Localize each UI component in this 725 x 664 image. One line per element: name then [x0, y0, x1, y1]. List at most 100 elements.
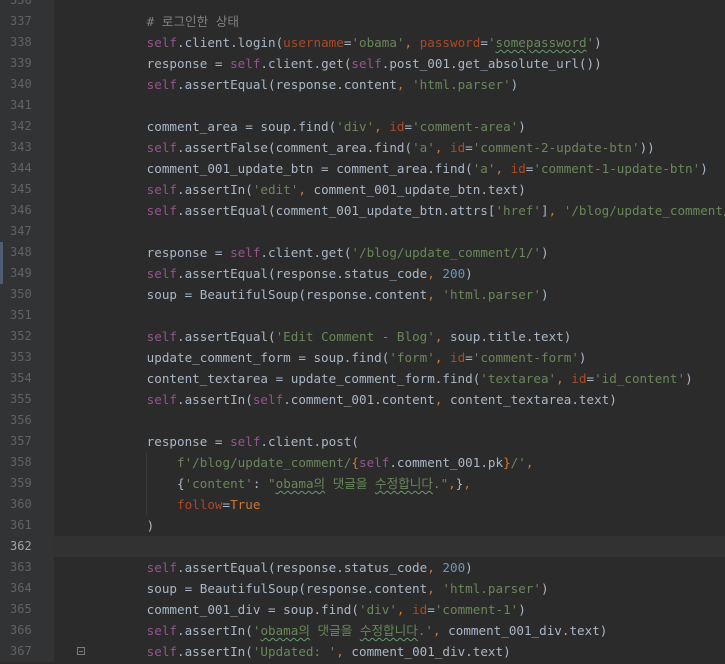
line-number: 349 — [0, 263, 54, 284]
code-token: soup.title.text) — [450, 329, 572, 344]
code-token: .' — [417, 623, 433, 638]
code-token: .assertIn( — [177, 623, 253, 638]
code-text: self.assertIn('Updated: ', comment_001_d… — [86, 641, 511, 662]
code-line[interactable]: 364 soup = BeautifulSoup(response.conten… — [0, 578, 725, 599]
line-number: 363 — [0, 557, 54, 578]
code-token: content_textarea = update_comment_form.f… — [146, 371, 481, 386]
code-text: self.assertEqual(comment_001_update_btn.… — [86, 200, 725, 221]
code-line[interactable]: 349 self.assertEqual(response.status_cod… — [0, 263, 725, 284]
code-line[interactable]: 361 ) — [0, 515, 725, 536]
code-token: , — [432, 623, 449, 638]
code-token: 'div' — [358, 602, 397, 617]
code-line[interactable]: 351 — [0, 305, 725, 326]
line-number: 346 — [0, 200, 54, 221]
code-line[interactable]: 347 — [0, 221, 725, 242]
code-line[interactable]: 366 self.assertIn('obama의 댓글을 수정합니다.', c… — [0, 620, 725, 641]
code-text: update_comment_form = soup.find('form', … — [86, 347, 587, 368]
code-token: /' — [510, 455, 526, 470]
code-text: soup = BeautifulSoup(response.content, '… — [86, 284, 549, 305]
code-token: , — [427, 560, 443, 575]
code-token: .assertIn( — [177, 392, 253, 407]
code-token: self — [358, 455, 390, 470]
code-line[interactable]: 346 self.assertEqual(comment_001_update_… — [0, 200, 725, 221]
code-line[interactable]: 356 — [0, 410, 725, 431]
code-line[interactable]: 363 self.assertEqual(response.status_cod… — [0, 557, 725, 578]
code-token: = — [222, 497, 231, 512]
code-line[interactable]: 360 follow=True — [0, 494, 725, 515]
code-line[interactable]: 337 # 로그인한 상태 — [0, 11, 725, 32]
code-token: , — [495, 161, 511, 176]
code-line[interactable]: 365 comment_001_div = soup.find('div', i… — [0, 599, 725, 620]
line-number: 339 — [0, 53, 54, 74]
code-token: '/blog/update_comment/1/' — [563, 203, 725, 218]
code-line[interactable]: 355 self.assertIn(self.comment_001.conte… — [0, 389, 725, 410]
code-token: self — [146, 182, 178, 197]
fold-marker-icon[interactable] — [77, 647, 85, 655]
code-token: ) — [540, 581, 549, 596]
code-token: .client.get( — [260, 245, 352, 260]
line-number: 342 — [0, 116, 54, 137]
code-line[interactable]: 353 update_comment_form = soup.find('for… — [0, 347, 725, 368]
code-token: , — [434, 350, 450, 365]
code-line[interactable]: 340 self.assertEqual(response.content, '… — [0, 74, 725, 95]
code-line[interactable]: 348 response = self.client.get('/blog/up… — [0, 242, 725, 263]
code-token: response = — [146, 56, 231, 71]
code-line[interactable]: 352 self.assertEqual('Edit Comment - Blo… — [0, 326, 725, 347]
code-line[interactable]: 342 comment_area = soup.find('div', id='… — [0, 116, 725, 137]
code-text: comment_area = soup.find('div', id='comm… — [86, 116, 526, 137]
code-line[interactable]: 341 — [0, 95, 725, 116]
code-token: { — [351, 455, 359, 470]
code-text: soup = BeautifulSoup(response.content, '… — [86, 578, 549, 599]
code-token: 'comment-1-update-btn' — [533, 161, 701, 176]
code-token: , — [463, 476, 471, 491]
code-editor[interactable]: 336 337 # 로그인한 상태 338 self.client.login(us… — [0, 0, 725, 662]
code-token: 'Updated: ' — [252, 644, 337, 659]
code-text: ) — [86, 515, 155, 536]
code-line[interactable]: 358 f'/blog/update_comment/{self.comment… — [0, 452, 725, 473]
code-line[interactable]: 345 self.assertIn('edit', comment_001_up… — [0, 179, 725, 200]
code-line[interactable]: 350 soup = BeautifulSoup(response.conten… — [0, 284, 725, 305]
code-token: : — [252, 476, 269, 491]
line-number: 348 — [0, 242, 54, 263]
code-line[interactable]: 339 response = self.client.get(self.post… — [0, 53, 725, 74]
code-line[interactable]: 343 self.assertFalse(comment_area.find('… — [0, 137, 725, 158]
code-line[interactable]: 357 response = self.client.post( — [0, 431, 725, 452]
code-token: username — [283, 35, 344, 50]
code-token: .comment_001.pk — [389, 455, 504, 470]
line-number: 357 — [0, 431, 54, 452]
code-token: 'html.parser' — [412, 77, 511, 92]
vcs-change-marker[interactable] — [0, 242, 3, 284]
code-line[interactable]: 338 self.client.login(username = 'obama', … — [0, 32, 725, 53]
code-line[interactable]: 354 content_textarea = update_comment_fo… — [0, 368, 725, 389]
code-token: , — [427, 266, 443, 281]
code-token: obama의 — [260, 623, 310, 638]
code-token: soup = BeautifulSoup(response.content — [146, 287, 428, 302]
code-token: , — [336, 644, 352, 659]
code-text: # 로그인한 상태 — [86, 11, 239, 32]
code-token: self — [146, 392, 178, 407]
code-token: )) — [639, 140, 655, 155]
code-line[interactable]: 344 comment_001_update_btn = comment_are… — [0, 158, 725, 179]
code-token: 'Edit Comment - Blog' — [275, 329, 435, 344]
code-token: password — [419, 35, 481, 50]
code-token: self — [252, 392, 284, 407]
code-token: .client.post( — [260, 434, 359, 449]
code-token: .client.login( — [177, 35, 284, 50]
code-token: self — [146, 203, 178, 218]
code-text: f'/blog/update_comment/{self.comment_001… — [86, 452, 533, 473]
code-token: .assertEqual(response.status_code — [177, 266, 428, 281]
code-token: , — [396, 77, 413, 92]
code-line[interactable]: 359 {'content': "obama의 댓글을 수정합니다.",}, — [0, 473, 725, 494]
code-text: self.assertIn(self.comment_001.content, … — [86, 389, 617, 410]
line-number: 350 — [0, 284, 54, 305]
code-token: } — [503, 455, 511, 470]
code-line[interactable]: 362 — [0, 536, 725, 557]
code-token: = — [586, 371, 595, 386]
code-token: ) — [146, 518, 155, 533]
code-line[interactable]: 367 self.assertIn('Updated: ', comment_0… — [0, 641, 725, 662]
code-token: True — [230, 497, 261, 512]
line-number: 364 — [0, 578, 54, 599]
code-token: 수정합니다 — [375, 476, 433, 491]
code-line[interactable]: 336 — [0, 0, 725, 11]
code-token: self — [146, 560, 178, 575]
